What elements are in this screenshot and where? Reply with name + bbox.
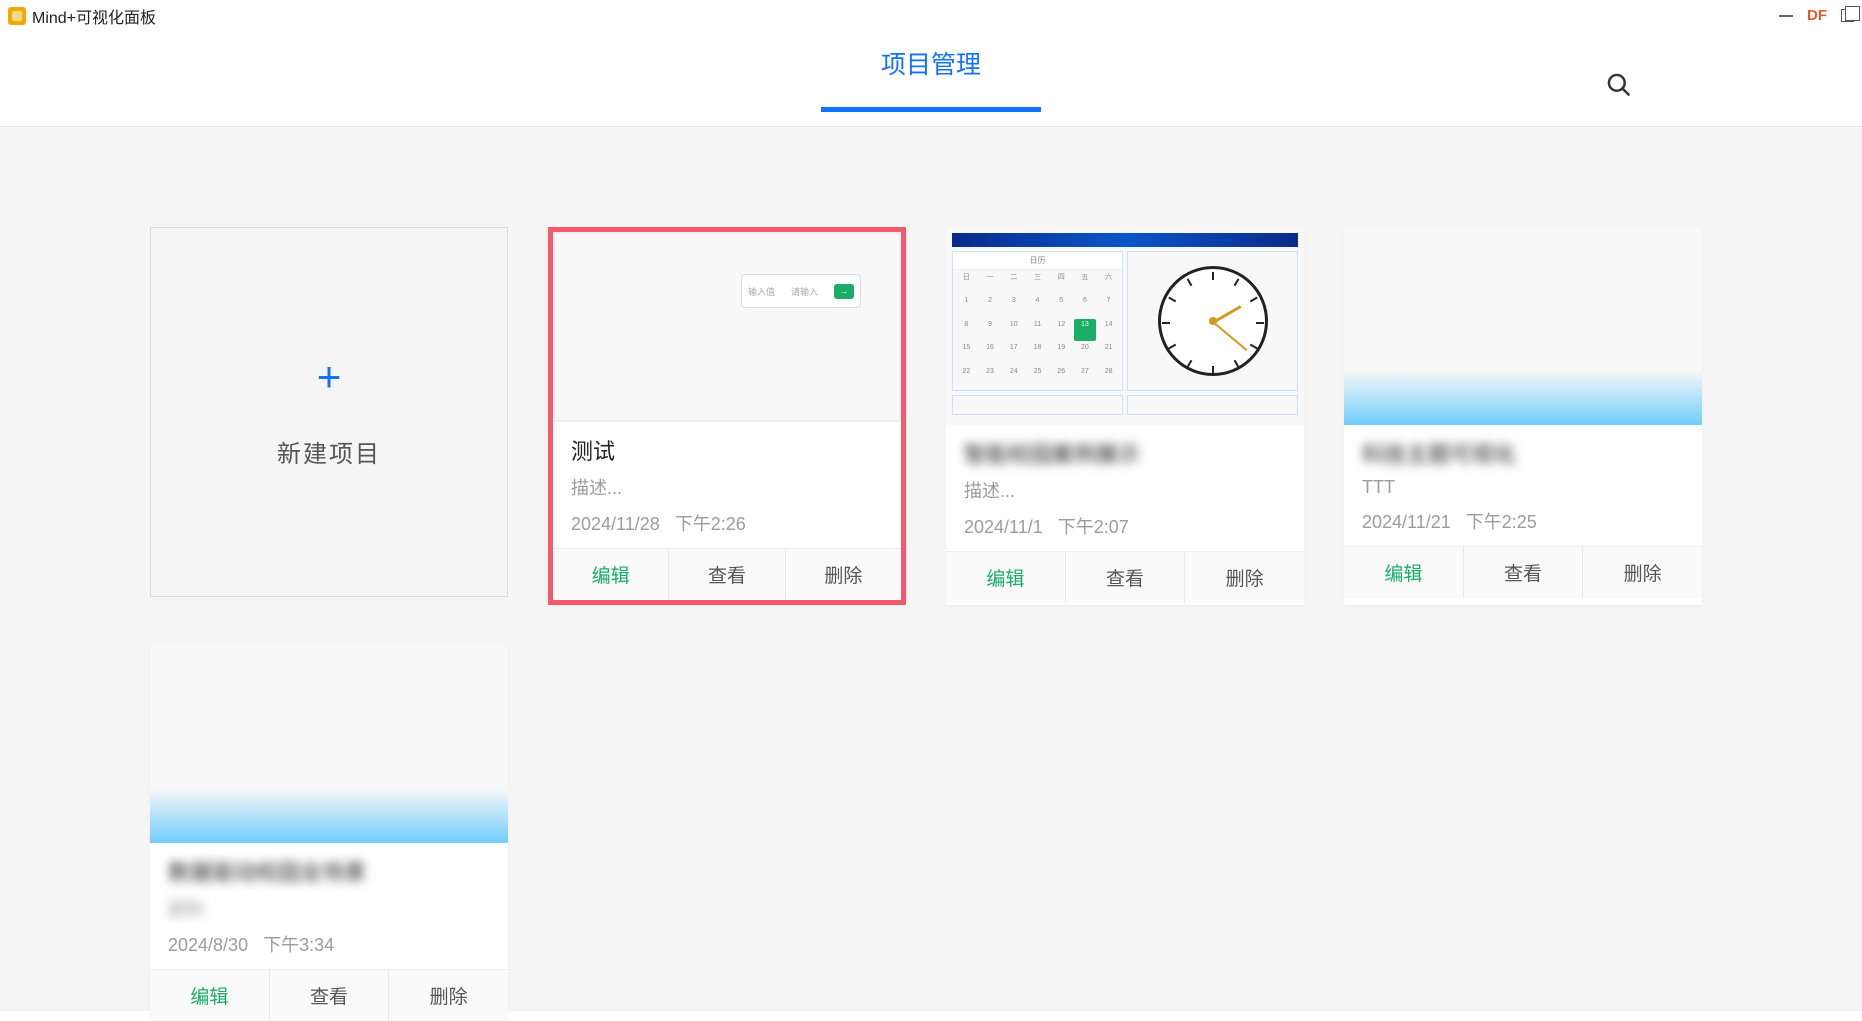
project-thumbnail: 输入值 请输入 →: [553, 232, 901, 422]
window-minimize-icon[interactable]: [1779, 15, 1793, 17]
chip-label: 输入值: [748, 285, 775, 298]
window-maximize-icon[interactable]: [1841, 9, 1854, 22]
edit-button[interactable]: 编辑: [946, 552, 1065, 603]
project-card[interactable]: 输入值 请输入 → 测试 描述... 2024/11/28 下午2:26 编辑 …: [548, 227, 906, 605]
project-description: TTT: [1362, 477, 1684, 498]
project-description: 描述...: [964, 477, 1286, 503]
project-description: 副标: [168, 895, 490, 921]
view-button[interactable]: 查看: [1065, 552, 1185, 603]
new-project-button[interactable]: + 新建项目: [150, 227, 508, 597]
view-button[interactable]: 查看: [668, 549, 784, 600]
edit-button[interactable]: 编辑: [150, 970, 269, 1021]
project-title: 测试: [571, 434, 883, 466]
project-date: 2024/11/28: [571, 514, 660, 534]
chip-ok-icon: →: [834, 284, 854, 299]
project-card[interactable]: 日历 日一二三四五六 1234567 891011121314 15161718…: [946, 227, 1304, 605]
window-control-buttons: DF: [1779, 7, 1854, 24]
project-thumbnail: [150, 645, 508, 843]
project-time: 下午2:07: [1058, 517, 1129, 537]
delete-button[interactable]: 删除: [1184, 552, 1304, 603]
delete-button[interactable]: 删除: [388, 970, 508, 1021]
window-titlebar: Mind+可视化面板 DF: [0, 0, 1862, 31]
app-icon: [8, 7, 26, 25]
project-meta: 2024/11/1 下午2:07: [964, 513, 1286, 539]
project-thumbnail: 日历 日一二三四五六 1234567 891011121314 15161718…: [946, 227, 1304, 425]
project-title: 数据驱动校园全场景: [168, 855, 490, 887]
delete-button[interactable]: 删除: [785, 549, 901, 600]
project-time: 下午2:25: [1466, 512, 1537, 532]
project-meta: 2024/11/28 下午2:26: [571, 510, 883, 536]
view-button[interactable]: 查看: [269, 970, 389, 1021]
project-time: 下午3:34: [263, 935, 334, 955]
project-date: 2024/8/30: [168, 935, 248, 955]
df-logo-label[interactable]: DF: [1807, 7, 1827, 24]
project-grid: + 新建项目 输入值 请输入 → 测试 描述... 2024/11/28 下午2…: [0, 127, 1862, 1011]
project-date: 2024/11/21: [1362, 512, 1451, 532]
view-button[interactable]: 查看: [1463, 547, 1583, 598]
edit-button[interactable]: 编辑: [1344, 547, 1463, 598]
project-meta: 2024/8/30 下午3:34: [168, 931, 490, 957]
project-card[interactable]: 数据驱动校园全场景 副标 2024/8/30 下午3:34 编辑 查看 删除: [150, 645, 508, 1021]
window-title: Mind+可视化面板: [32, 4, 156, 28]
project-date: 2024/11/1: [964, 517, 1043, 537]
project-meta: 2024/11/21 下午2:25: [1362, 508, 1684, 534]
project-card[interactable]: 科技主题可视化 TTT 2024/11/21 下午2:25 编辑 查看 删除: [1344, 227, 1702, 605]
tab-project-management[interactable]: 项目管理: [821, 45, 1041, 112]
app-tabbar: 项目管理: [0, 31, 1862, 127]
new-project-label: 新建项目: [277, 434, 381, 469]
project-time: 下午2:26: [675, 514, 746, 534]
chip-placeholder: 请输入: [791, 285, 818, 298]
delete-button[interactable]: 删除: [1582, 547, 1702, 598]
project-thumbnail: [1344, 227, 1702, 425]
project-title: 科技主题可视化: [1362, 437, 1684, 469]
plus-icon: +: [317, 356, 342, 398]
project-description: 描述...: [571, 474, 883, 500]
project-title: 智能校园案例展示: [964, 437, 1286, 469]
edit-button[interactable]: 编辑: [553, 549, 668, 600]
search-icon[interactable]: [1605, 71, 1632, 103]
